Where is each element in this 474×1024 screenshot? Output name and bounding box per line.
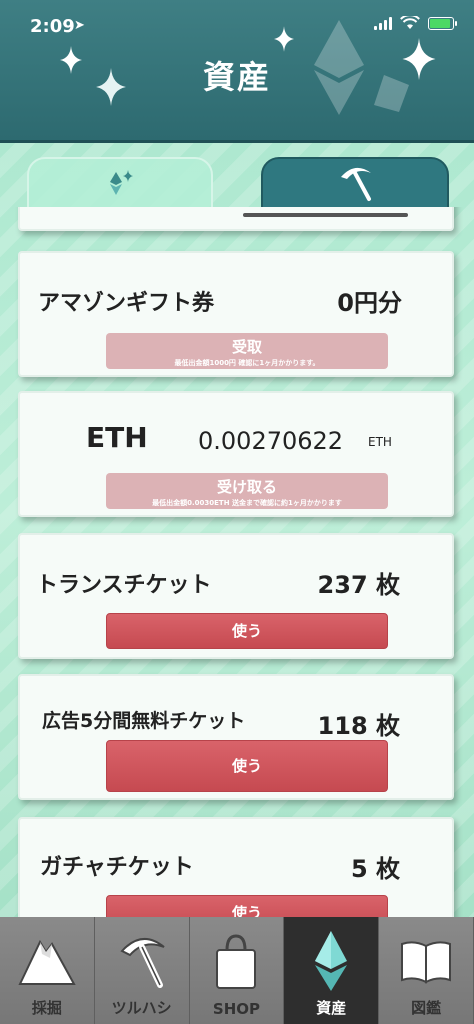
nav-label: SHOP <box>212 1000 261 1018</box>
use-button-label: 使う <box>231 904 262 917</box>
receive-eth-button[interactable]: 受け取る 最低出金額0.0030ETH 送金まで確認に約1ヶ月かかります <box>106 473 388 509</box>
ethereum-icon <box>311 931 351 991</box>
receive-button[interactable]: 受取 最低出金額1000円 確認に1ヶ月かかります。 <box>106 333 388 369</box>
asset-card-ad-ticket: 広告5分間無料チケット 118 枚 使う <box>18 674 454 800</box>
receive-eth-button-label: 受け取る <box>216 478 277 496</box>
nav-item-encyclopedia[interactable]: 図鑑 <box>379 917 474 1024</box>
card-label: ガチャチケット <box>40 855 194 880</box>
asset-list[interactable]: アマゾンギフト券 0円分 受取 最低出金額1000円 確認に1ヶ月かかります。 … <box>0 207 474 917</box>
asset-card-partial <box>18 207 454 231</box>
card-label: ETH <box>86 421 148 454</box>
card-value: 237 枚 <box>317 571 400 599</box>
card-value: 0.00270622 <box>198 427 344 455</box>
nav-label: 採掘 <box>31 999 62 1017</box>
card-value: 0円分 <box>337 289 402 317</box>
tab-mining[interactable] <box>261 157 449 209</box>
use-trance-ticket-button[interactable]: 使う <box>106 613 388 649</box>
nav-item-assets[interactable]: 資産 <box>284 917 380 1024</box>
asset-tabs <box>27 157 449 209</box>
asset-card-trance-ticket: トランスチケット 237 枚 使う <box>18 533 454 659</box>
asset-card-amazon: アマゾンギフト券 0円分 受取 最低出金額1000円 確認に1ヶ月かかります。 <box>18 251 454 377</box>
use-ad-ticket-button[interactable]: 使う <box>106 740 388 792</box>
pickaxe-icon <box>114 931 170 991</box>
asset-card-eth: ETH 0.00270622 ETH 受け取る 最低出金額0.0030ETH 送… <box>18 391 454 517</box>
use-button-label: 使う <box>231 757 262 775</box>
card-value: 118 枚 <box>317 712 400 740</box>
status-time: 2:09 <box>30 16 75 37</box>
nav-item-mining[interactable]: 採掘 <box>0 917 95 1024</box>
nav-item-pickaxe[interactable]: ツルハシ <box>94 917 190 1024</box>
book-icon <box>398 931 454 991</box>
battery-icon <box>428 16 457 30</box>
receive-eth-button-note: 最低出金額0.0030ETH 送金まで確認に約1ヶ月かかります <box>152 499 342 507</box>
pickaxe-icon <box>341 167 371 201</box>
use-gacha-ticket-button[interactable]: 使う <box>106 895 388 917</box>
tab-assets[interactable] <box>27 157 213 209</box>
receive-button-note: 最低出金額1000円 確認に1ヶ月かかります。 <box>174 359 320 367</box>
card-label: トランスチケット <box>36 573 212 598</box>
shopping-bag-icon <box>213 931 259 991</box>
card-value: 5 枚 <box>350 855 400 883</box>
scrollbar[interactable] <box>243 213 408 217</box>
app-header: 2:09 ➤ 資産 <box>0 0 474 143</box>
bottom-nav: 採掘 ツルハシ SHOP 資産 図鑑 <box>0 917 474 1024</box>
receive-button-label: 受取 <box>231 338 262 356</box>
nav-label: 図鑑 <box>411 999 442 1017</box>
mountain-icon <box>16 931 78 991</box>
page-title: 資産 <box>202 58 271 96</box>
card-label: 広告5分間無料チケット <box>42 710 246 732</box>
card-label: アマゾンギフト券 <box>38 291 215 316</box>
nav-label: ツルハシ <box>111 999 172 1017</box>
ethereum-sparkle-icon <box>110 170 133 195</box>
use-button-label: 使う <box>231 622 262 640</box>
nav-label: 資産 <box>316 999 347 1017</box>
location-arrow-icon: ➤ <box>74 18 85 33</box>
card-unit: ETH <box>368 435 392 449</box>
sparkle-icon <box>274 26 294 52</box>
asset-card-gacha-ticket: ガチャチケット 5 枚 使う <box>18 817 454 917</box>
nav-item-shop[interactable]: SHOP <box>189 917 285 1024</box>
